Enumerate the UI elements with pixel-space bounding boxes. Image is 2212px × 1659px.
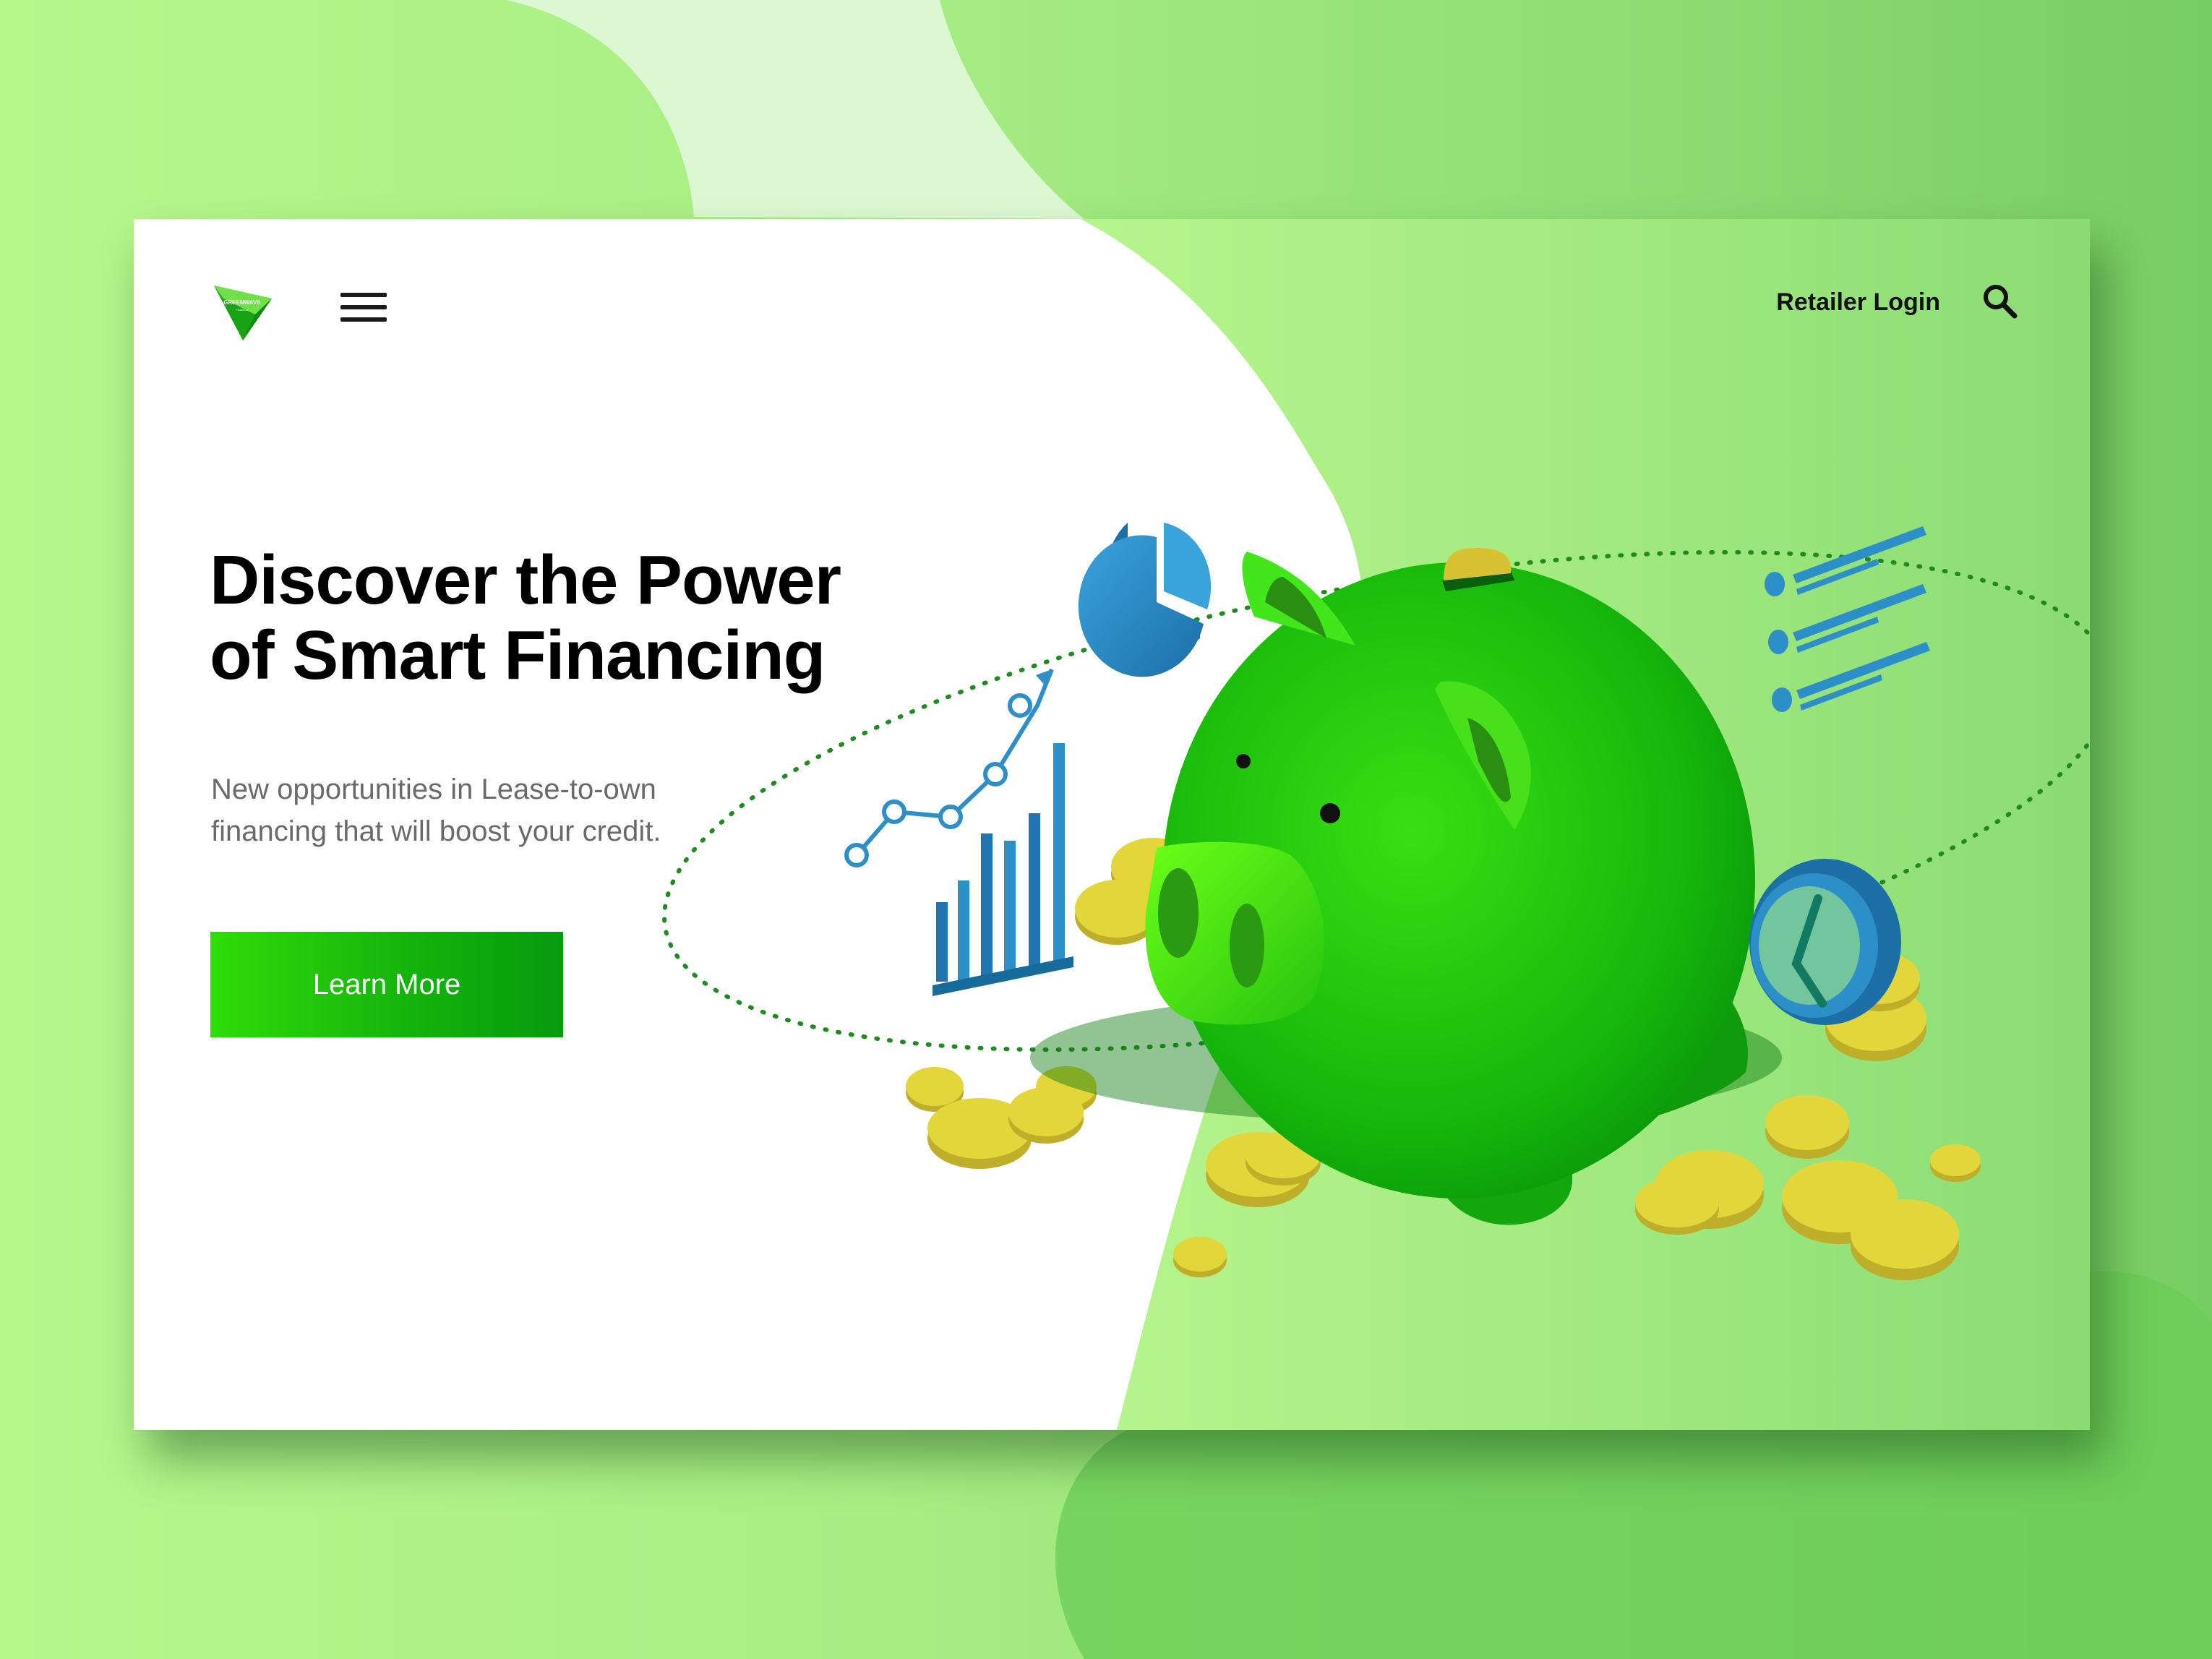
hero-subtitle-line-1: New opportunities in Lease-to-own xyxy=(211,773,656,805)
pie-chart-icon xyxy=(1078,523,1212,677)
svg-text:GREENWAVE: GREENWAVE xyxy=(223,299,261,306)
hero-subtitle: New opportunities in Lease-to-own financ… xyxy=(211,768,760,852)
hero-title-line-1: Discover the Power xyxy=(210,541,841,619)
clock-icon xyxy=(1749,859,1901,1025)
svg-text:FINANCE: FINANCE xyxy=(236,308,249,312)
hero-title-line-2: of Smart Financing xyxy=(210,617,826,694)
hero-title: Discover the Power of Smart Financing xyxy=(210,543,918,693)
landing-card: GREENWAVE FINANCE Retailer Login Discove… xyxy=(134,219,2090,1430)
brand-logo[interactable]: GREENWAVE FINANCE xyxy=(210,277,275,343)
hamburger-menu-icon[interactable] xyxy=(340,291,387,323)
search-icon[interactable] xyxy=(1980,281,2020,322)
retailer-login-link[interactable]: Retailer Login xyxy=(1776,288,1940,317)
learn-more-button[interactable]: Learn More xyxy=(210,932,563,1037)
hero-subtitle-line-2: financing that will boost your credit. xyxy=(211,815,661,847)
